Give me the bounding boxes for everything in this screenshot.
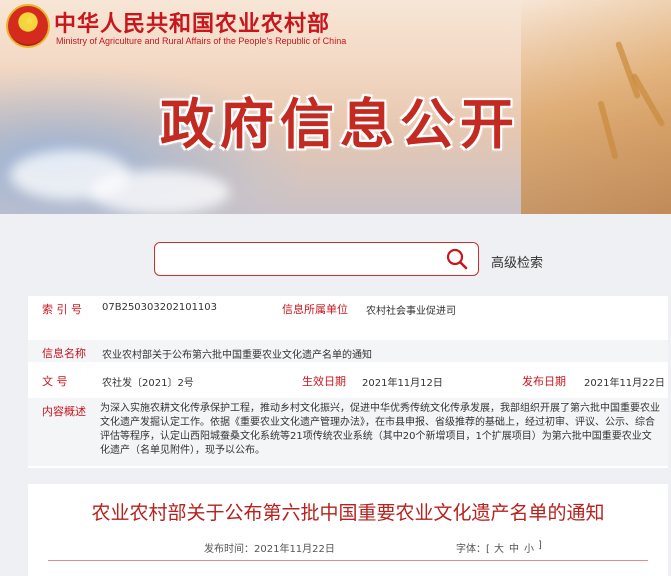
info-row-docno: 文 号 农社发〔2021〕2号 生效日期 2021年11月12日 发布日期 20… [28,368,668,390]
info-row-name: 信息名称 农业农村部关于公布第六批中国重要农业文化遗产名单的通知 [28,340,668,362]
name-value: 农业农村部关于公布第六批中国重要农业文化遗产名单的通知 [102,350,372,361]
ministry-name-en: Ministry of Agriculture and Rural Affair… [56,36,347,46]
summary-text: 为深入实施农耕文化传承保护工程，推动乡村文化振兴，促进中华优秀传统文化传承发展，… [100,403,660,456]
index-label: 索 引 号 [42,303,82,316]
name-label: 信息名称 [42,347,86,360]
search-section: 高级检索 [0,214,671,296]
notice-title: 农业农村部关于公布第六批中国重要农业文化遗产名单的通知 [91,502,605,524]
unit-value: 农村社会事业促进司 [366,306,456,317]
ministry-name-cn[interactable]: 中华人民共和国农业农村部 [54,6,330,38]
info-row-index: 索 引 号 07B250303202101103 信息所属单位 农村社会事业促进… [28,296,668,318]
effective-date-label: 生效日期 [302,375,346,388]
info-table: 索 引 号 07B250303202101103 信息所属单位 农村社会事业促进… [28,296,668,468]
header-banner: ★ 中华人民共和国农业农村部 Ministry of Agriculture a… [0,0,671,214]
search-input[interactable] [154,242,479,276]
publish-time-value: 2021年11月22日 [254,544,335,555]
search-icon[interactable] [446,248,468,270]
notice-article: 农业农村部关于公布第六批中国重要农业文化遗产名单的通知 发布时间： 2021年1… [28,484,668,576]
docno-label: 文 号 [42,375,68,388]
effective-date-value: 2021年11月12日 [362,378,443,389]
advanced-search-link[interactable]: 高级检索 [491,252,543,271]
font-size-large-link[interactable]: 大 [494,540,504,555]
national-emblem-logo[interactable]: ★ [6,4,50,48]
font-size-medium-link[interactable]: 中 [509,540,519,555]
banner-title: 政府信息公开 [160,92,520,156]
font-size-label: 字体：[ [456,544,490,555]
summary-label: 内容概述 [42,405,86,418]
font-size-bracket: ] [538,540,542,551]
divider [48,560,648,561]
cloud-decoration [90,170,230,214]
publish-time-label: 发布时间： [204,544,254,555]
docno-value: 农社发〔2021〕2号 [102,378,194,389]
index-value: 07B250303202101103 [102,302,218,313]
star-icon: ★ [23,13,36,29]
unit-label: 信息所属单位 [282,303,348,316]
publish-date-label: 发布日期 [522,375,566,388]
publish-date-value: 2021年11月22日 [584,378,665,389]
font-size-small-link[interactable]: 小 [524,540,534,555]
info-row-summary: 内容概述 为深入实施农耕文化传承保护工程，推动乡村文化振兴，促进中华优秀传统文化… [28,398,668,466]
